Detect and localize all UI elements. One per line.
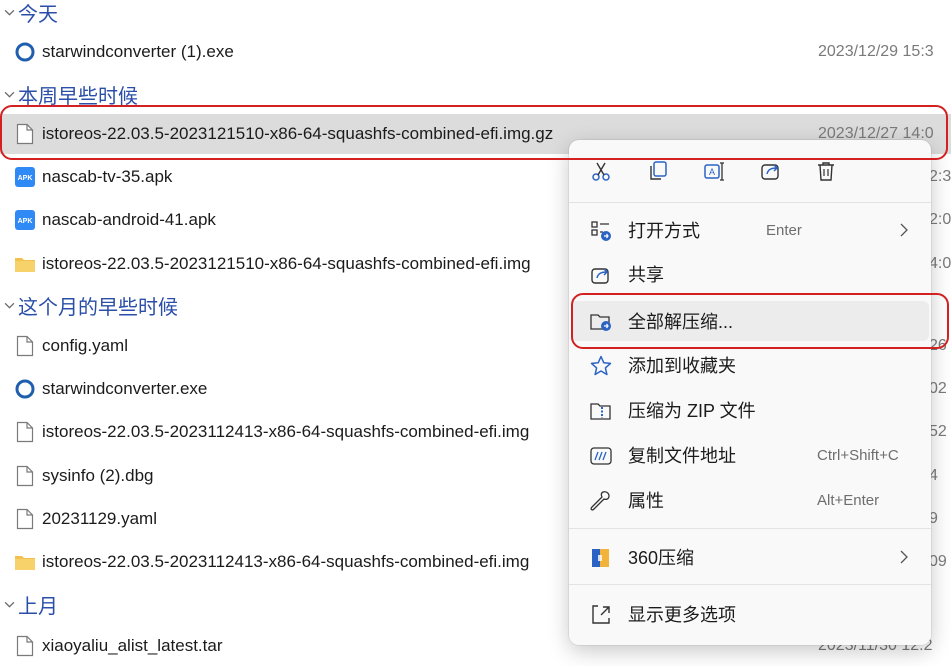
context-menu: A 打开方式 Enter 共享 全部解压缩... 添加到收藏夹 压缩为 ZIP … [569,140,931,645]
delete-icon[interactable] [811,156,841,186]
group-header-earlier-this-month[interactable]: 这个月的早些时候 [0,291,178,319]
apk-icon: APK [14,166,36,188]
chevron-down-icon [0,7,18,18]
file-name: starwindconverter (1).exe [42,42,234,61]
menu-label: 共享 [628,265,664,285]
file-icon [14,635,36,657]
menu-separator [569,528,931,529]
extract-icon [589,310,613,334]
file-date: 02 [929,380,947,397]
360-compress-icon [589,546,613,570]
file-name: nascab-tv-35.apk [42,167,173,186]
file-date: 52 [929,423,947,440]
file-name: xiaoyaliu_alist_latest.tar [42,636,223,655]
wrench-icon [589,489,613,513]
cut-icon[interactable] [586,156,616,186]
exe-icon [14,378,36,400]
group-header-today[interactable]: 今天 [0,0,58,26]
folder-icon [14,551,36,573]
file-name: starwindconverter.exe [42,379,208,398]
menu-item-extract-all[interactable]: 全部解压缩... [571,301,929,341]
file-name: sysinfo (2).dbg [42,466,154,485]
folder-name: istoreos-22.03.5-2023121510-x86-64-squas… [42,254,531,273]
file-name: nascab-android-41.apk [42,210,216,229]
menu-item-compress-zip[interactable]: 压缩为 ZIP 文件 [571,390,929,430]
file-date: 09 [929,553,947,570]
svg-text:A: A [709,167,715,177]
file-row[interactable]: starwindconverter (1).exe 2023/12/29 15:… [0,32,951,72]
copy-path-icon [589,444,613,468]
menu-label: 全部解压缩... [628,312,734,332]
folder-name: istoreos-22.03.5-2023112413-x86-64-squas… [42,552,530,571]
file-date: 4:0 [929,255,951,272]
file-icon [14,465,36,487]
menu-item-properties[interactable]: 属性 Alt+Enter [571,480,929,520]
file-name: 20231129.yaml [42,509,157,528]
menu-shortcut: Alt+Enter [817,491,880,509]
menu-item-open-with[interactable]: 打开方式 Enter [571,210,929,250]
group-header-last-month[interactable]: 上月 [0,590,58,618]
open-with-icon [589,219,613,243]
file-name: config.yaml [42,336,128,355]
share-icon[interactable] [756,156,786,186]
copy-icon[interactable] [643,156,673,186]
share-icon [589,263,613,287]
file-icon [14,123,36,145]
svg-text:APK: APK [18,175,33,182]
file-date: 2:0 [929,211,951,228]
menu-label: 打开方式 [628,221,700,241]
menu-label: 360压缩 [628,548,695,568]
zip-icon [589,399,613,423]
more-options-icon [589,603,613,627]
menu-shortcut: Enter [766,221,802,239]
chevron-down-icon [0,89,18,100]
menu-item-copy-path[interactable]: 复制文件地址 Ctrl+Shift+C [571,435,929,475]
file-name: istoreos-22.03.5-2023112413-x86-64-squas… [42,422,530,441]
group-label: 今天 [18,3,58,26]
menu-label: 添加到收藏夹 [628,356,736,376]
file-icon [14,335,36,357]
menu-label: 属性 [628,491,664,511]
quick-actions-bar: A [569,152,931,192]
menu-shortcut: Ctrl+Shift+C [817,446,899,464]
menu-item-share[interactable]: 共享 [571,254,929,294]
folder-icon [14,253,36,275]
menu-label: 复制文件地址 [628,446,736,466]
menu-item-add-to-favorites[interactable]: 添加到收藏夹 [571,345,929,385]
menu-item-360-compress[interactable]: 360压缩 [571,537,929,577]
group-label: 本周早些时候 [18,85,138,108]
rename-icon[interactable]: A [699,156,729,186]
group-label: 这个月的早些时候 [18,296,178,319]
group-header-earlier-this-week[interactable]: 本周早些时候 [0,80,138,108]
chevron-right-icon [900,223,908,237]
chevron-right-icon [900,550,908,564]
group-label: 上月 [18,595,58,618]
chevron-down-icon [0,300,18,311]
menu-label: 显示更多选项 [628,605,736,625]
chevron-down-icon [0,599,18,610]
svg-text:APK: APK [18,218,33,225]
file-icon [14,508,36,530]
star-icon [589,354,613,378]
apk-icon: APK [14,209,36,231]
file-icon [14,421,36,443]
file-date: 26 [929,337,947,354]
file-date: 2023/12/29 15:3 [818,43,934,60]
exe-icon [14,41,36,63]
menu-separator [569,584,931,585]
menu-item-show-more-options[interactable]: 显示更多选项 [571,594,929,634]
menu-label: 压缩为 ZIP 文件 [628,401,756,421]
file-date: 2:3 [929,168,951,185]
file-name: istoreos-22.03.5-2023121510-x86-64-squas… [42,124,554,143]
menu-separator [569,202,931,203]
